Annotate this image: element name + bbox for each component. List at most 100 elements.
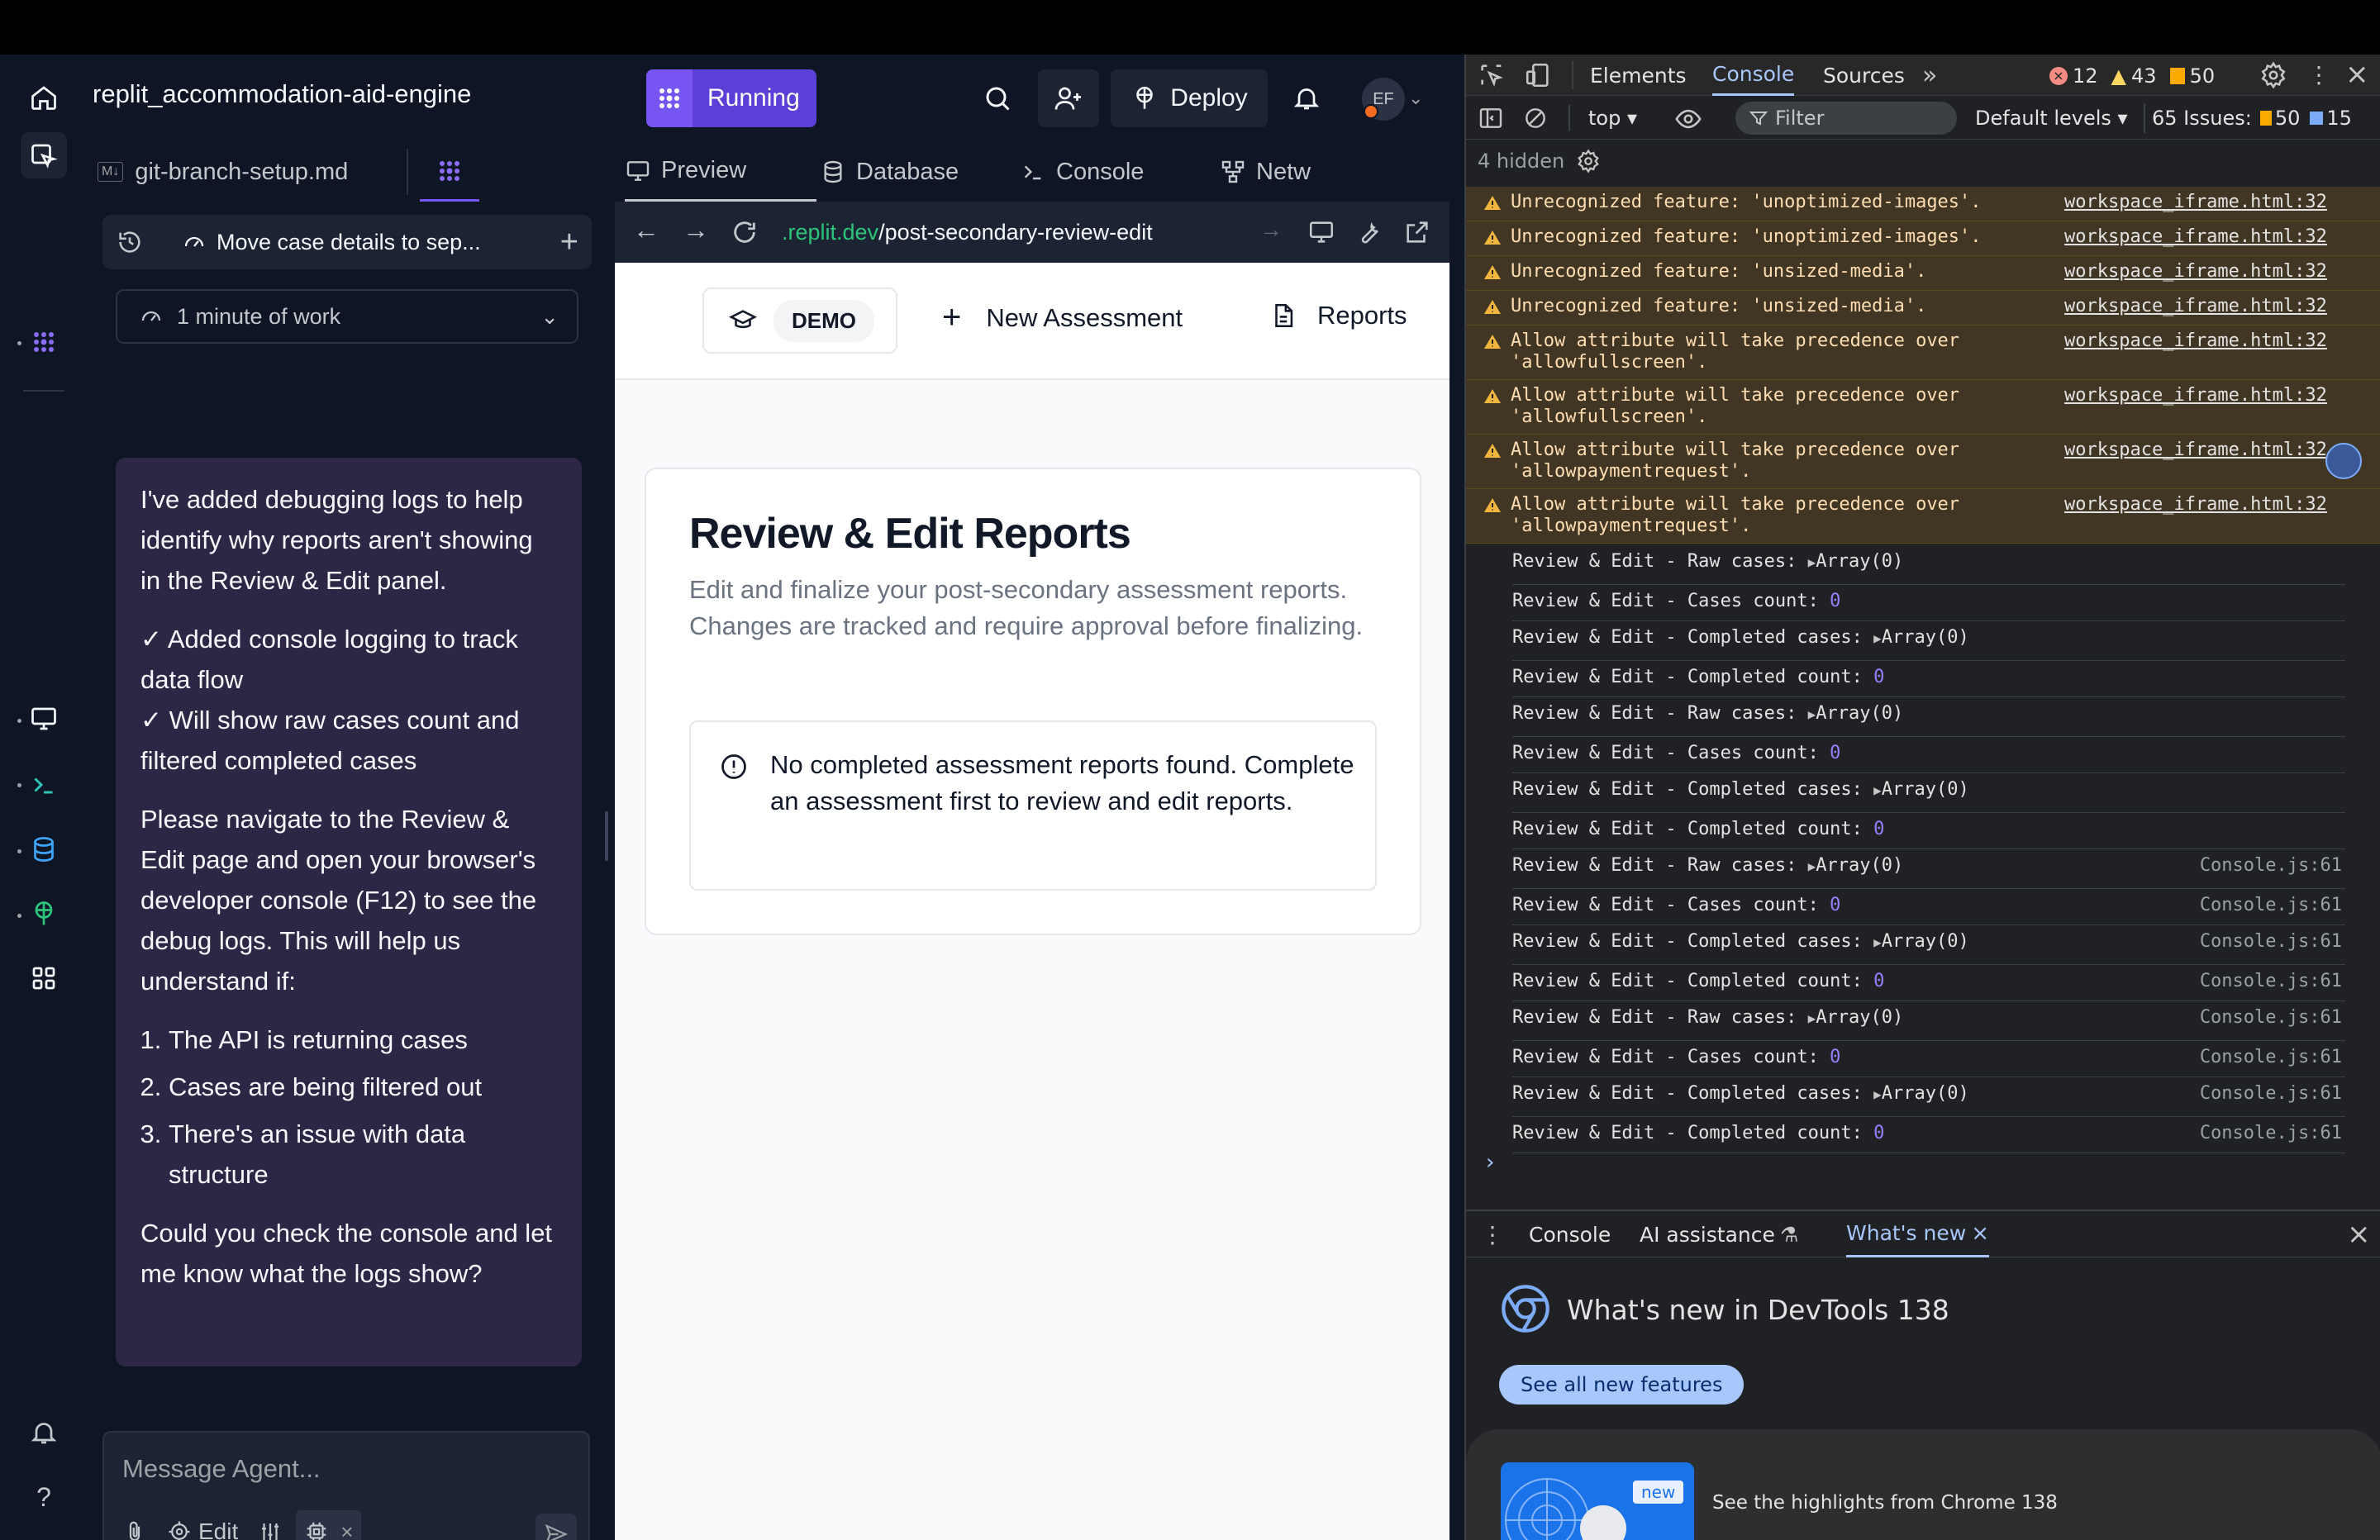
back-arrow-icon[interactable]: ← [633,215,659,245]
source-link[interactable]: workspace_iframe.html:32 [2064,494,2327,516]
devtools-wrench-icon[interactable] [1355,218,1383,246]
console-settings-gear-icon[interactable] [1576,149,1601,173]
new-session-plus-icon[interactable]: + [560,225,578,260]
agent-icon[interactable] [21,319,67,365]
deploy-icon[interactable] [21,891,67,937]
log-array-value[interactable]: Array(0) [1882,627,1969,648]
console-log-row[interactable]: Review & Edit - Raw cases: ▶Array(0) [1512,545,2345,585]
console-log-row[interactable]: Review & Edit - Cases count: 0 [1512,737,2345,773]
console-log-row[interactable]: Review & Edit - Completed cases: ▶Array(… [1512,773,2345,813]
message-input-box[interactable]: Message Agent... Edit × [102,1431,590,1540]
console-log-row[interactable]: Review & Edit - Cases count: 0 [1512,585,2345,621]
chevron-down-icon[interactable]: ⌄ [540,304,559,330]
source-link[interactable]: workspace_iframe.html:32 [2064,385,2327,406]
console-log-row[interactable]: Review & Edit - Completed count: 0 Consol… [1512,1117,2345,1153]
more-vertical-icon[interactable]: ⋮ [2307,61,2330,88]
url-field[interactable]: .replit.dev/post-secondary-review-edit [777,212,1153,253]
workspace-tools-icon[interactable] [21,132,67,178]
notifications-bell-icon[interactable] [1283,74,1330,122]
tab-preview[interactable]: Preview [625,142,816,202]
console-log-row[interactable]: Review & Edit - Cases count: 0 Console.js… [1512,889,2345,925]
settings-sliders-button[interactable] [251,1510,289,1540]
deploy-button[interactable]: Deploy [1111,69,1268,127]
console-log-row[interactable]: Review & Edit - Completed count: 0 [1512,661,2345,697]
console-log-row[interactable]: Review & Edit - Raw cases: ▶Array(0) Cons… [1512,849,2345,889]
drawer-tab-console[interactable]: Console [1529,1211,1611,1257]
close-drawer-icon[interactable]: × [2347,1211,2371,1257]
chevron-down-icon[interactable]: ⌄ [1408,88,1423,109]
source-link[interactable]: Console.js:61 [2200,855,2342,877]
tab-sources[interactable]: Sources [1823,55,1905,96]
log-array-value[interactable]: Array(0) [1816,855,1903,876]
log-array-value[interactable]: Array(0) [1816,551,1903,572]
log-array-value[interactable]: Array(0) [1816,1007,1903,1028]
source-link[interactable]: Console.js:61 [2200,931,2342,953]
session-bar[interactable]: Move case details to sep... + [102,215,592,269]
help-icon[interactable]: ? [21,1474,67,1520]
all-tools-grid-icon[interactable] [21,955,67,1001]
edit-button[interactable]: Edit [160,1510,245,1540]
console-log-row[interactable]: Review & Edit - Completed count: 0 [1512,813,2345,849]
drawer-menu-icon[interactable]: ⋮ [1481,1211,1504,1257]
drag-grip[interactable] [605,811,608,861]
counts-bar[interactable]: × 12 ▲ 43 50 [2049,64,2215,88]
console-log-row[interactable]: Review & Edit - Raw cases: ▶Array(0) Cons… [1512,1001,2345,1041]
tab-network[interactable]: Netw [1211,142,1344,202]
alerts-icon[interactable] [21,1409,67,1456]
drawer-tab-whats-new[interactable]: What's new × [1846,1211,1989,1257]
expand-triangle-icon[interactable]: ▶ [1873,1086,1882,1102]
database-icon[interactable] [21,826,67,872]
source-link[interactable]: Console.js:61 [2200,1083,2342,1105]
close-tab-icon[interactable]: × [1971,1221,1989,1246]
source-link[interactable]: Console.js:61 [2200,1007,2342,1029]
see-all-features-button[interactable]: See all new features [1499,1365,1745,1405]
tab-agent[interactable] [420,142,479,202]
log-array-value[interactable]: Array(0) [1882,931,1969,952]
new-assessment-link[interactable]: + New Assessment [942,299,1183,336]
console-warning-row[interactable]: Unrecognized feature: 'unsized-media'. wo… [1466,256,2380,291]
console-log-row[interactable]: Review & Edit - Completed cases: ▶Array(… [1512,621,2345,661]
reports-link[interactable]: Reports [1269,301,1407,330]
preview-monitor-icon[interactable] [21,696,67,742]
chip-toggle[interactable]: × [296,1510,362,1540]
clear-console-icon[interactable] [1522,105,1549,131]
source-link[interactable]: Console.js:61 [2200,895,2342,916]
source-link[interactable]: workspace_iframe.html:32 [2064,192,2327,213]
invite-button[interactable] [1038,69,1099,127]
live-expression-eye-icon[interactable] [1674,105,1702,133]
tab-console[interactable]: Console [1020,142,1211,202]
go-arrow-icon[interactable]: → [1259,216,1283,243]
console-filter-input[interactable]: Filter [1735,102,1957,135]
tab-elements[interactable]: Elements [1590,55,1687,96]
resize-handle[interactable] [603,55,610,1540]
expand-triangle-icon[interactable]: ▶ [1808,554,1816,570]
expand-triangle-icon[interactable]: ▶ [1808,858,1816,874]
console-warning-row[interactable]: Unrecognized feature: 'unsized-media'. wo… [1466,291,2380,326]
send-button[interactable] [536,1514,577,1540]
more-tabs-chevron-icon[interactable]: » [1922,55,1937,96]
console-log-row[interactable]: Review & Edit - Completed cases: ▶Array(… [1512,925,2345,965]
tab-console[interactable]: Console [1712,55,1795,96]
console-warning-row[interactable]: Allow attribute will take precedence ove… [1466,435,2380,489]
forward-arrow-icon[interactable]: → [683,215,709,245]
expand-triangle-icon[interactable]: ▶ [1873,934,1882,950]
console-warning-row[interactable]: Allow attribute will take precedence ove… [1466,489,2380,544]
demo-logo-button[interactable]: DEMO [702,288,897,354]
expand-triangle-icon[interactable]: ▶ [1808,1010,1816,1026]
search-icon[interactable] [973,74,1021,122]
log-array-value[interactable]: Array(0) [1882,1083,1969,1104]
close-devtools-icon[interactable]: × [2345,58,2369,91]
console-warning-row[interactable]: Unrecognized feature: 'unoptimized-image… [1466,221,2380,256]
console-log-row[interactable]: Review & Edit - Raw cases: ▶Array(0) [1512,697,2345,737]
work-summary[interactable]: 1 minute of work ⌄ [116,289,578,344]
expand-triangle-icon[interactable]: ▶ [1808,706,1816,722]
drawer-tab-ai-assistance[interactable]: AI assistance [1640,1211,1775,1257]
console-warning-row[interactable]: Allow attribute will take precedence ove… [1466,380,2380,435]
open-external-icon[interactable] [1403,218,1431,246]
reload-icon[interactable] [731,218,759,246]
avatar[interactable]: EF [1362,78,1405,121]
source-link[interactable]: Console.js:61 [2200,1047,2342,1068]
expand-triangle-icon[interactable]: ▶ [1873,782,1882,798]
project-title[interactable]: replit_accommodation-aid-engine [93,79,471,109]
source-link[interactable]: workspace_iframe.html:32 [2064,261,2327,283]
